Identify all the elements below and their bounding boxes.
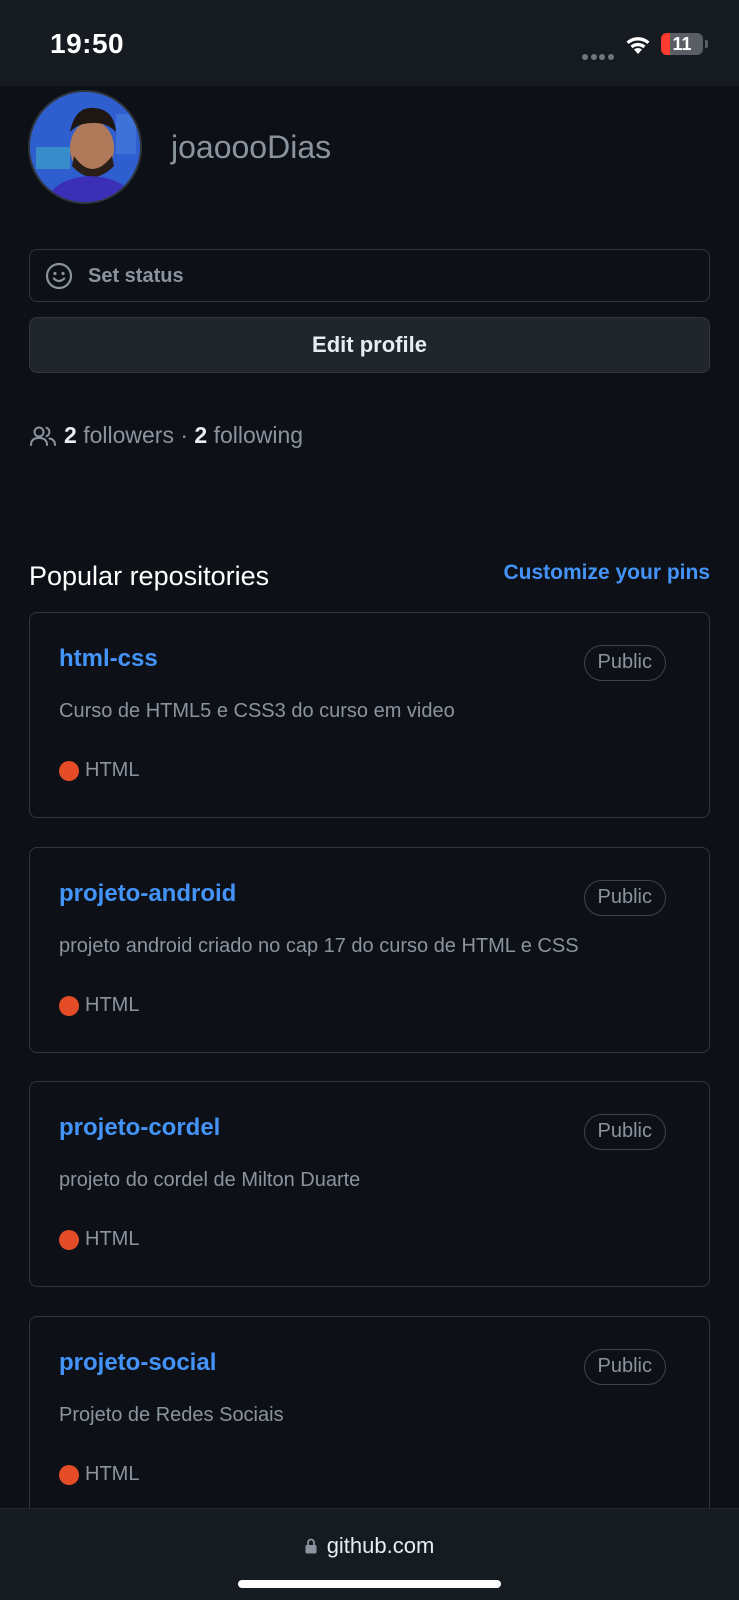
browser-address-bar[interactable]: github.com bbox=[0, 1508, 739, 1600]
customize-pins-link[interactable]: Customize your pins bbox=[503, 561, 710, 585]
url-display[interactable]: github.com bbox=[0, 1533, 739, 1559]
cellular-signal-icon bbox=[582, 47, 616, 60]
wifi-icon bbox=[626, 37, 650, 54]
set-status-button[interactable]: Set status bbox=[29, 249, 710, 302]
repo-name-link[interactable]: html-css bbox=[59, 645, 158, 673]
followers-link[interactable]: 2 followers bbox=[64, 422, 174, 448]
repo-card[interactable]: projeto-cordel Public projeto do cordel … bbox=[29, 1081, 710, 1287]
popular-repositories-heading: Popular repositories bbox=[29, 561, 270, 591]
following-count: 2 bbox=[194, 422, 208, 448]
language-color-dot bbox=[59, 1465, 79, 1485]
home-indicator[interactable] bbox=[238, 1580, 501, 1588]
set-status-label: Set status bbox=[88, 265, 184, 287]
visibility-badge: Public bbox=[583, 880, 666, 916]
battery-icon: 11 bbox=[661, 33, 703, 55]
repo-description: projeto android criado no cap 17 do curs… bbox=[59, 935, 579, 957]
followers-label: followers bbox=[83, 422, 174, 448]
ios-status-bar: 19:50 11 bbox=[0, 0, 739, 86]
avatar[interactable] bbox=[28, 90, 142, 204]
avatar-photo bbox=[30, 92, 140, 202]
repo-name-link[interactable]: projeto-cordel bbox=[59, 1114, 220, 1142]
repo-name-link[interactable]: projeto-android bbox=[59, 880, 236, 908]
language-name: HTML bbox=[85, 1463, 140, 1485]
repo-description: Projeto de Redes Sociais bbox=[59, 1404, 284, 1426]
language-name: HTML bbox=[85, 759, 140, 781]
following-link[interactable]: 2 following bbox=[194, 422, 303, 448]
repo-description: projeto do cordel de Milton Duarte bbox=[59, 1169, 361, 1191]
repo-card[interactable]: html-css Public Curso de HTML5 e CSS3 do… bbox=[29, 612, 710, 818]
lock-icon bbox=[305, 1538, 317, 1554]
repo-description: Curso de HTML5 e CSS3 do curso em video bbox=[59, 700, 455, 722]
status-time: 19:50 bbox=[50, 28, 125, 59]
battery-level: 11 bbox=[672, 34, 692, 54]
following-label: following bbox=[213, 422, 304, 448]
language-color-dot bbox=[59, 761, 79, 781]
repo-name-link[interactable]: projeto-social bbox=[59, 1349, 216, 1377]
smiley-icon bbox=[45, 262, 73, 290]
visibility-badge: Public bbox=[583, 1114, 666, 1150]
url-text: github.com bbox=[326, 1533, 435, 1558]
visibility-badge: Public bbox=[583, 645, 666, 681]
repo-card[interactable]: projeto-social Public Projeto de Redes S… bbox=[29, 1316, 710, 1522]
language-name: HTML bbox=[85, 994, 140, 1016]
followers-count: 2 bbox=[64, 422, 77, 448]
repo-card[interactable]: projeto-android Public projeto android c… bbox=[29, 847, 710, 1053]
follow-separator: · bbox=[180, 422, 189, 448]
language-name: HTML bbox=[85, 1228, 140, 1250]
visibility-badge: Public bbox=[583, 1349, 666, 1385]
battery-tip bbox=[705, 40, 708, 48]
people-icon bbox=[30, 426, 56, 446]
language-color-dot bbox=[59, 996, 79, 1016]
profile-username: joaoooDias bbox=[171, 129, 332, 165]
edit-profile-button[interactable]: Edit profile bbox=[29, 317, 710, 373]
language-color-dot bbox=[59, 1230, 79, 1250]
